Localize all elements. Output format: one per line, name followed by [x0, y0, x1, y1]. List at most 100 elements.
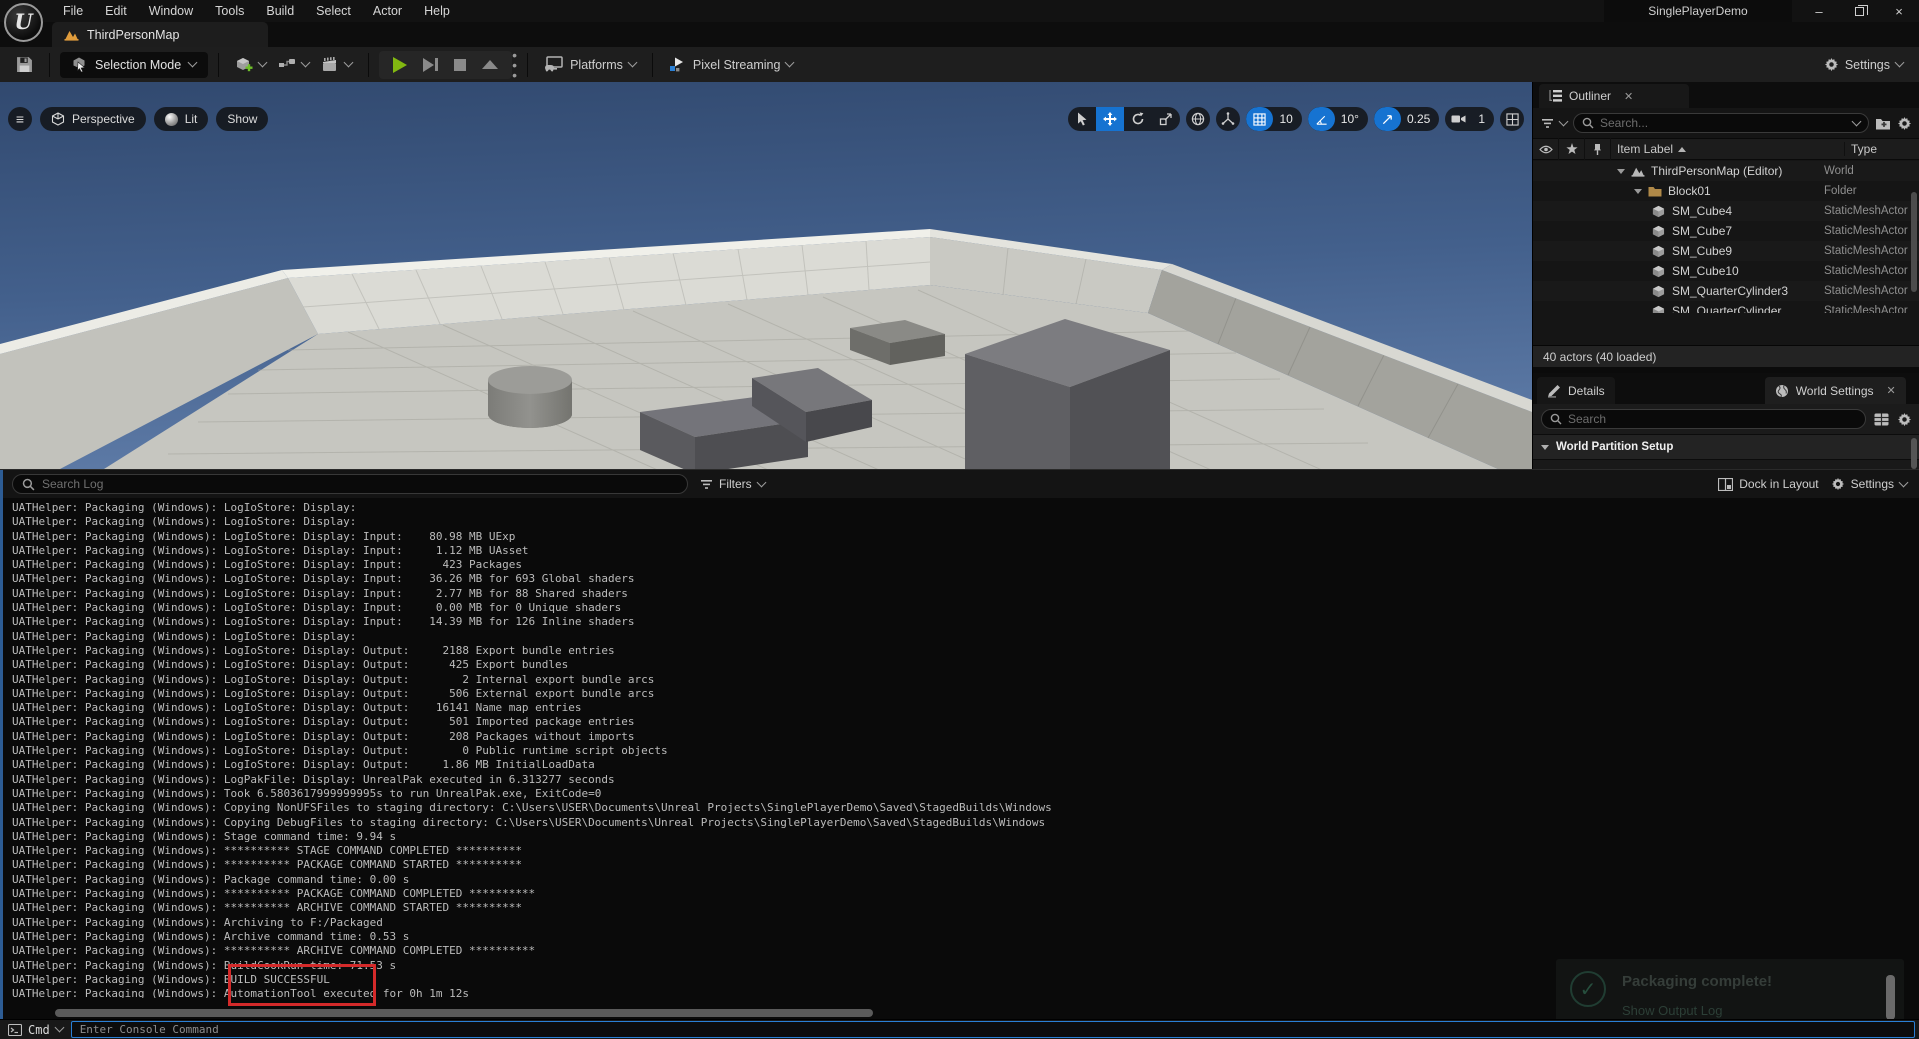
outliner-search[interactable] [1573, 113, 1869, 133]
log-line: UATHelper: Packaging (Windows): LogIoSto… [12, 601, 1919, 615]
world-settings-search-input[interactable] [1568, 412, 1857, 426]
eject-button[interactable] [482, 60, 498, 69]
world-coordinate-button[interactable] [1186, 107, 1210, 131]
lit-label: Lit [185, 112, 198, 126]
pixel-streaming-label: Pixel Streaming [693, 58, 781, 72]
restore-icon[interactable] [1839, 0, 1879, 22]
move-tool-button[interactable] [1096, 107, 1124, 131]
outliner-row[interactable]: SM_QuarterCylinder3StaticMeshActor [1533, 281, 1919, 301]
outliner-row[interactable]: ThirdPersonMap (Editor)World [1533, 161, 1919, 181]
rotate-tool-button[interactable] [1124, 107, 1152, 131]
outliner-row[interactable]: SM_Cube9StaticMeshActor [1533, 241, 1919, 261]
log-filters-dropdown[interactable]: Filters [700, 477, 765, 491]
dock-in-layout-button[interactable]: Dock in Layout [1718, 477, 1818, 491]
frame-skip-button[interactable] [423, 58, 438, 72]
show-output-log-link[interactable]: Show Output Log [1622, 1003, 1722, 1018]
world-settings-globe-icon [1775, 384, 1789, 398]
rotation-snap-control[interactable]: 10° [1308, 107, 1368, 131]
log-settings-dropdown[interactable]: Settings [1831, 477, 1907, 491]
create-folder-button[interactable] [1875, 117, 1891, 130]
play-button[interactable] [393, 57, 407, 73]
outliner-filter-button[interactable] [1541, 118, 1554, 129]
blueprints-dropdown[interactable] [272, 51, 315, 79]
mesh-icon [1651, 285, 1666, 298]
expand-arrow-icon[interactable] [1617, 169, 1625, 174]
perspective-dropdown[interactable]: Perspective [40, 107, 146, 131]
close-icon[interactable]: ✕ [1887, 384, 1896, 397]
menu-help[interactable]: Help [413, 1, 461, 21]
add-actor-dropdown[interactable] [229, 51, 272, 79]
lit-sphere-icon [165, 113, 178, 126]
quad-view-button[interactable] [1500, 107, 1524, 131]
selection-mode-dropdown[interactable]: Selection Mode [60, 52, 208, 78]
outliner-search-input[interactable] [1600, 116, 1847, 130]
close-icon[interactable]: × [1879, 0, 1919, 22]
menu-file[interactable]: File [52, 1, 94, 21]
log-vertical-scrollbar[interactable] [1886, 975, 1895, 1019]
outliner-row[interactable]: SM_Cube10StaticMeshActor [1533, 261, 1919, 281]
lit-dropdown[interactable]: Lit [154, 107, 209, 131]
quad-grid-icon [1506, 113, 1519, 126]
menu-select[interactable]: Select [305, 1, 362, 21]
log-horizontal-scrollbar[interactable] [55, 1009, 873, 1017]
world-settings-search[interactable] [1541, 409, 1866, 429]
grid-snap-control[interactable]: 10 [1246, 107, 1301, 131]
snap-axes-button[interactable] [1216, 107, 1240, 131]
tab-outliner[interactable]: Outliner ✕ [1539, 84, 1689, 108]
viewport-options-button[interactable]: ≡ [8, 107, 32, 131]
outliner-settings-button[interactable] [1897, 116, 1912, 131]
play-options-button[interactable]: ••• [512, 50, 517, 80]
menu-window[interactable]: Window [138, 1, 204, 21]
camera-speed-control[interactable]: 1 [1445, 107, 1494, 131]
outliner-row[interactable]: Block01Folder [1533, 181, 1919, 201]
world-partition-setup-category[interactable]: World Partition Setup [1533, 434, 1919, 460]
outliner-scrollbar[interactable] [1911, 192, 1917, 292]
menu-build[interactable]: Build [255, 1, 305, 21]
minimize-icon[interactable]: – [1799, 0, 1839, 22]
pixel-streaming-dropdown[interactable]: Pixel Streaming [663, 51, 800, 79]
blueprints-icon [278, 58, 296, 72]
stop-button[interactable] [454, 59, 466, 71]
details-scrollbar[interactable] [1911, 438, 1917, 469]
type-column-header[interactable]: Type [1844, 142, 1877, 156]
tab-thirdpersonmap[interactable]: ThirdPersonMap [52, 22, 268, 47]
favorite-column-button[interactable] [1559, 138, 1585, 160]
scale-snap-control[interactable]: 0.25 [1374, 107, 1439, 131]
close-icon[interactable]: ✕ [1624, 90, 1633, 103]
outliner-row[interactable]: SM_Cube4StaticMeshActor [1533, 201, 1919, 221]
console-type-dropdown[interactable]: Cmd [8, 1023, 63, 1037]
scale-tool-button[interactable] [1152, 107, 1180, 131]
log-search[interactable] [12, 474, 688, 494]
property-matrix-button[interactable] [1874, 413, 1889, 426]
menu-edit[interactable]: Edit [94, 1, 138, 21]
menu-actor[interactable]: Actor [362, 1, 413, 21]
search-icon [1550, 413, 1562, 425]
settings-dropdown[interactable]: Settings [1818, 51, 1909, 79]
select-mode-icon [72, 57, 87, 72]
visibility-column-button[interactable] [1533, 138, 1559, 160]
viewport[interactable]: ≡ Perspective Lit Show [0, 82, 1532, 469]
build-successful-highlight-annotation [228, 964, 376, 1006]
unreal-logo: U [4, 3, 43, 42]
details-settings-button[interactable] [1897, 412, 1912, 427]
tab-world-settings[interactable]: World Settings ✕ [1765, 377, 1906, 404]
chevron-down-icon [1559, 116, 1569, 126]
row-type: StaticMeshActor [1824, 285, 1912, 297]
save-button[interactable] [10, 51, 39, 79]
expand-arrow-icon[interactable] [1634, 189, 1642, 194]
item-label-column-header[interactable]: Item Label [1611, 142, 1844, 156]
outliner-row[interactable]: SM_Cube7StaticMeshActor [1533, 221, 1919, 241]
row-label: Block01 [1668, 184, 1711, 198]
grid-snap-value: 10 [1273, 112, 1301, 126]
outliner-row[interactable]: SM_QuarterCylinderStaticMeshActor [1533, 301, 1919, 313]
menu-tools[interactable]: Tools [204, 1, 255, 21]
platforms-dropdown[interactable]: Platforms [538, 51, 642, 79]
show-dropdown[interactable]: Show [216, 107, 268, 131]
asset-tab-row: ThirdPersonMap [0, 22, 1919, 47]
pin-column-button[interactable] [1585, 138, 1611, 160]
select-tool-button[interactable] [1068, 107, 1096, 131]
tab-details[interactable]: Details [1537, 377, 1615, 404]
log-search-input[interactable] [42, 477, 678, 491]
cinematics-dropdown[interactable] [315, 51, 358, 79]
console-command-input[interactable] [71, 1021, 1915, 1038]
